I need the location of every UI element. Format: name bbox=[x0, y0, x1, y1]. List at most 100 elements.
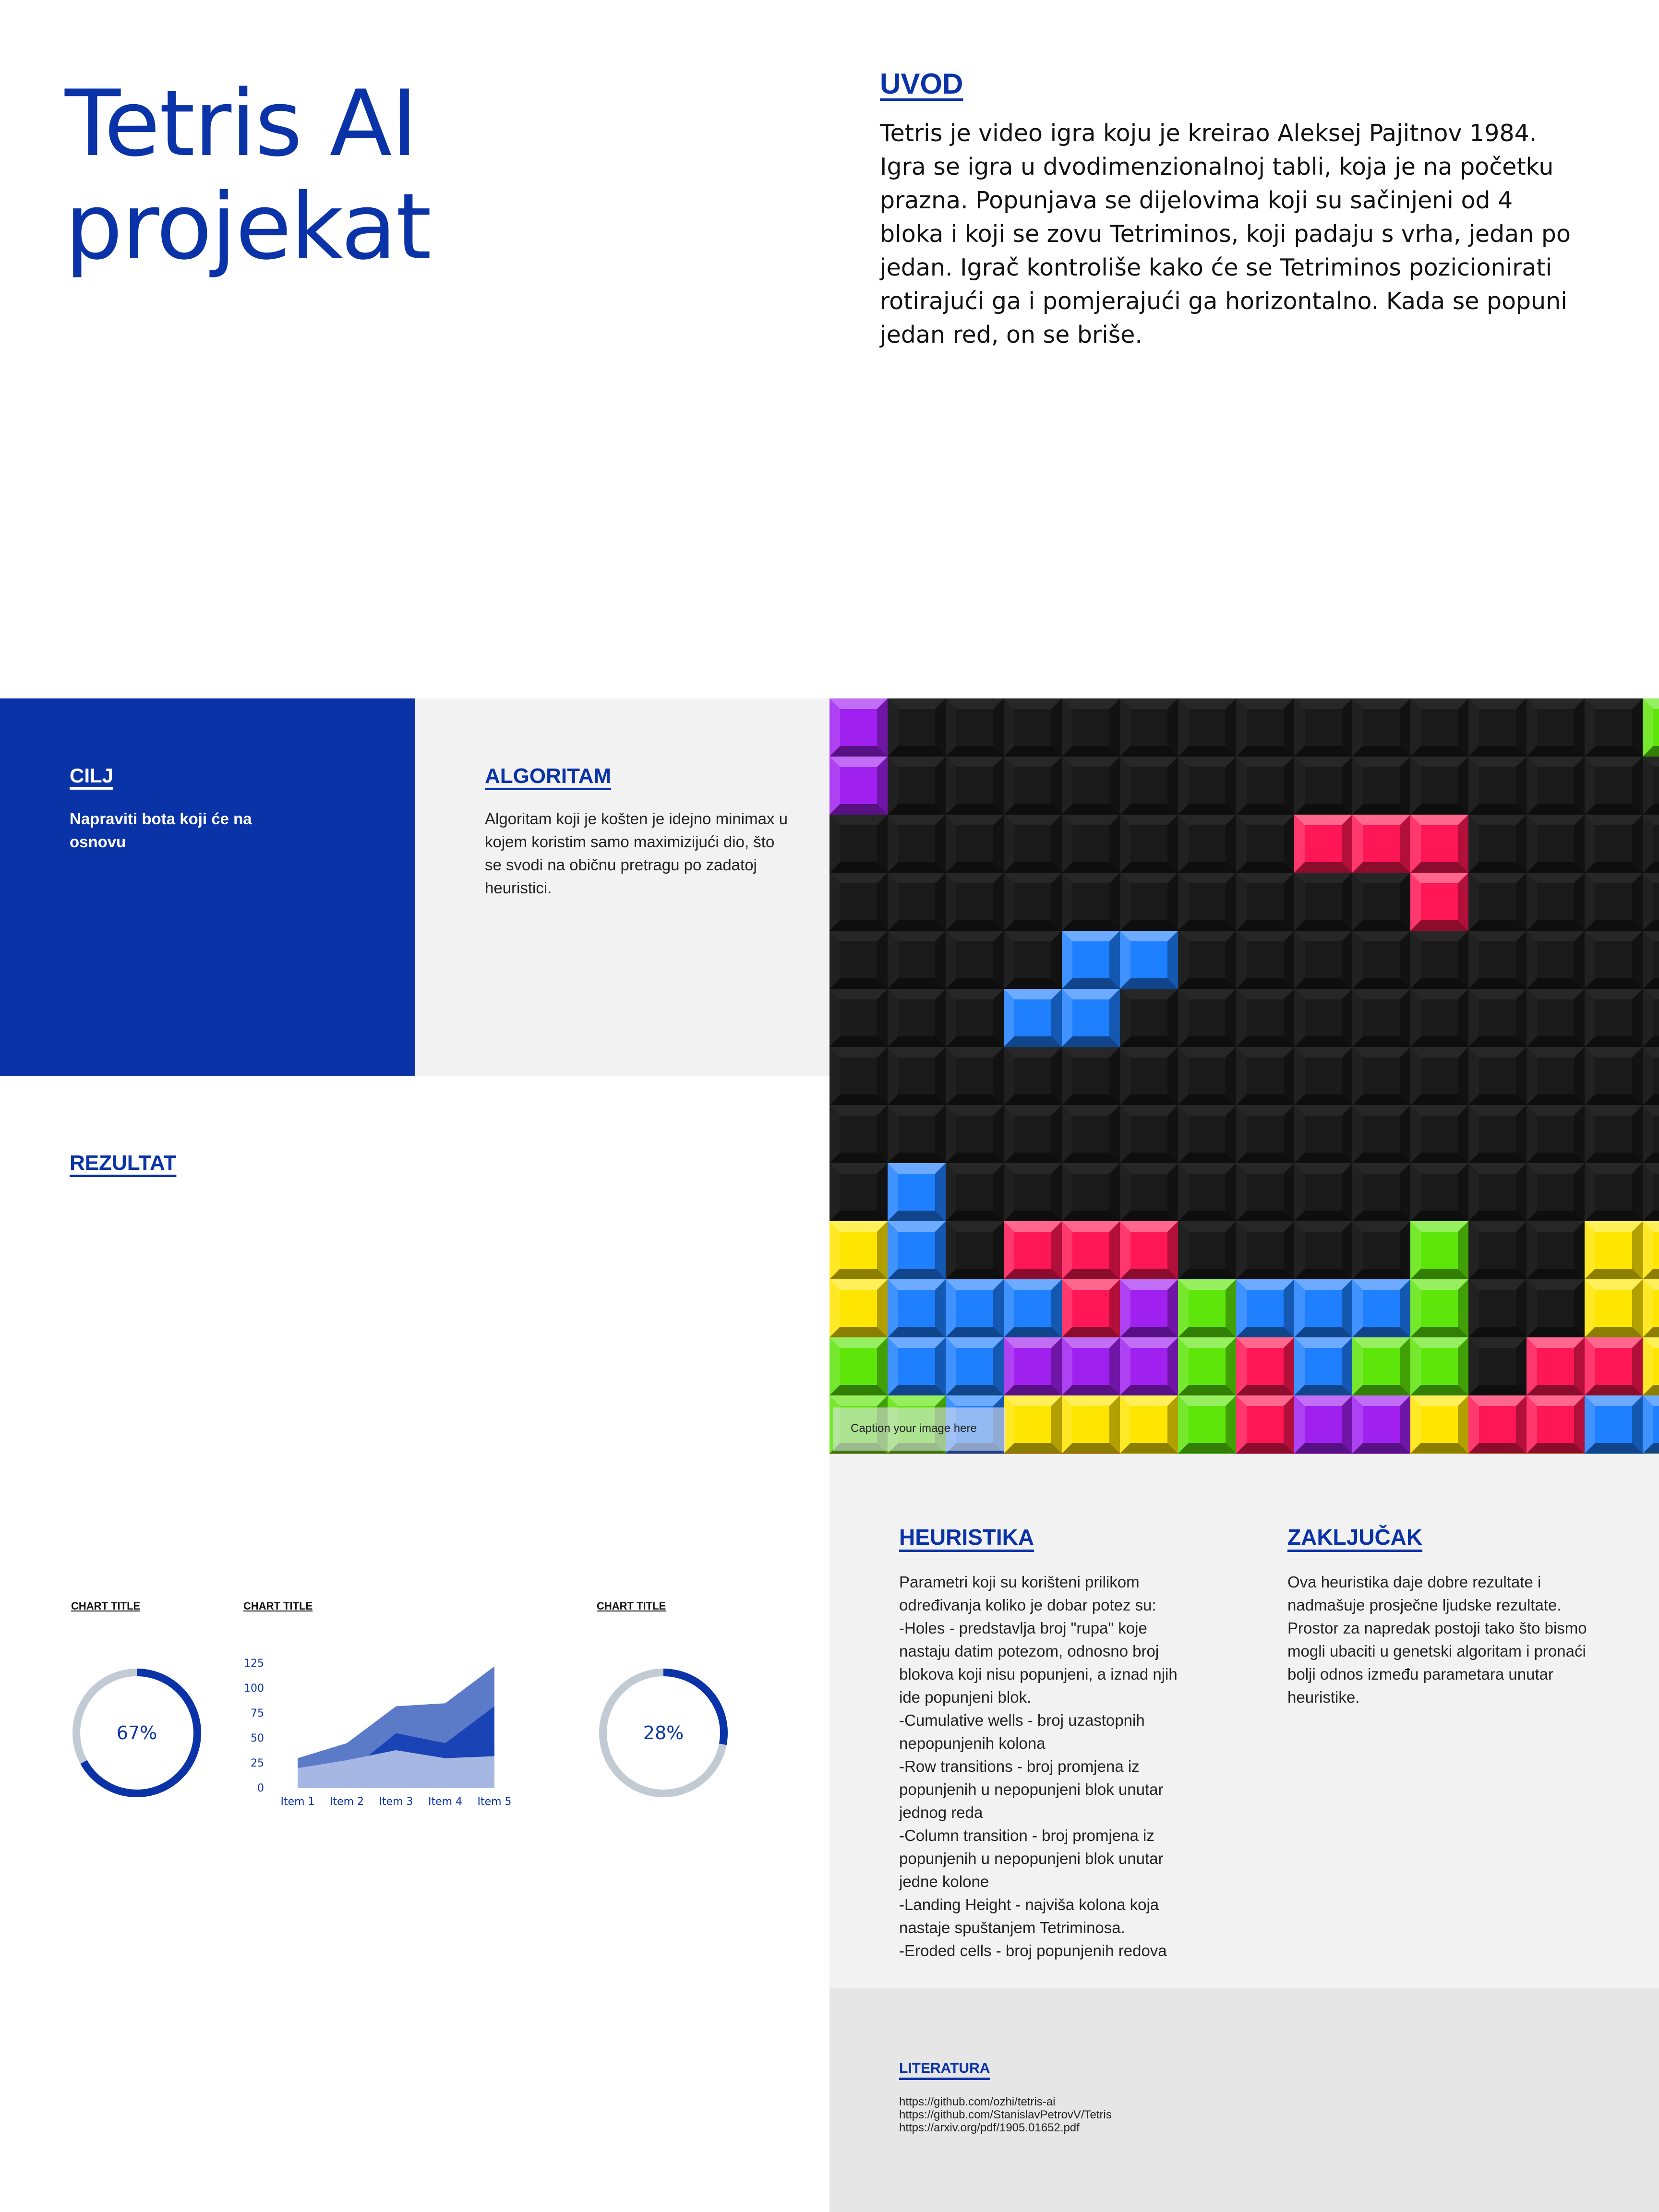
empty-cell bbox=[1352, 757, 1410, 815]
tetromino-block bbox=[1352, 1337, 1410, 1395]
empty-cell bbox=[1527, 931, 1585, 989]
tetromino-block bbox=[1178, 1279, 1236, 1337]
empty-cell bbox=[830, 989, 888, 1047]
empty-cell bbox=[830, 931, 888, 989]
empty-cell bbox=[1178, 757, 1236, 815]
empty-cell bbox=[1178, 873, 1236, 931]
empty-cell bbox=[1468, 1279, 1527, 1337]
image-caption[interactable]: Caption your image here bbox=[851, 1422, 977, 1435]
zakljucak-text: Ova heuristika daje dobre rezultate i na… bbox=[1287, 1573, 1587, 1706]
empty-cell bbox=[946, 698, 1004, 757]
empty-cell bbox=[1236, 698, 1294, 757]
empty-cell bbox=[1410, 1047, 1468, 1105]
empty-cell bbox=[1585, 815, 1643, 873]
tetromino-block bbox=[888, 1163, 946, 1221]
tetromino-block bbox=[888, 1279, 946, 1337]
tetromino-block bbox=[1468, 1395, 1527, 1454]
empty-cell bbox=[1294, 1221, 1352, 1279]
empty-cell bbox=[1468, 1337, 1527, 1395]
tetromino-block bbox=[1410, 1279, 1468, 1337]
empty-cell bbox=[1236, 1163, 1294, 1221]
empty-cell bbox=[830, 873, 888, 931]
empty-cell bbox=[1585, 989, 1643, 1047]
empty-cell bbox=[1294, 698, 1352, 757]
empty-cell bbox=[1062, 873, 1120, 931]
tetromino-block bbox=[946, 1337, 1004, 1395]
empty-cell bbox=[888, 757, 946, 815]
empty-cell bbox=[1585, 873, 1643, 931]
y-tick-label: 0 bbox=[257, 1782, 264, 1794]
zakljucak-heading: ZAKLJUČAK bbox=[1287, 1525, 1423, 1550]
empty-cell bbox=[1236, 1221, 1294, 1279]
empty-cell bbox=[1468, 1163, 1527, 1221]
empty-cell bbox=[1120, 698, 1178, 757]
tetromino-block bbox=[1004, 1221, 1062, 1279]
y-tick-label: 75 bbox=[251, 1707, 264, 1719]
tetromino-block bbox=[1004, 1395, 1062, 1454]
empty-cell bbox=[1062, 815, 1120, 873]
empty-cell bbox=[1062, 757, 1120, 815]
tetris-board-image bbox=[830, 698, 1659, 1454]
empty-cell bbox=[888, 1105, 946, 1163]
empty-cell bbox=[1004, 815, 1062, 873]
empty-cell bbox=[1352, 931, 1410, 989]
tetromino-block bbox=[1585, 1337, 1643, 1395]
chart1-title: CHART TITLE bbox=[71, 1600, 141, 1612]
cilj-panel bbox=[0, 698, 415, 1076]
page-title: Tetris AI projekat bbox=[65, 71, 432, 280]
empty-cell bbox=[1178, 1163, 1236, 1221]
tetromino-block bbox=[830, 1221, 888, 1279]
empty-cell bbox=[1062, 698, 1120, 757]
tetromino-block bbox=[1120, 1395, 1178, 1454]
empty-cell bbox=[830, 1047, 888, 1105]
tetromino-block bbox=[1178, 1337, 1236, 1395]
empty-cell bbox=[1410, 1105, 1468, 1163]
empty-cell bbox=[1527, 1163, 1585, 1221]
empty-cell bbox=[1410, 1163, 1468, 1221]
empty-cell bbox=[1236, 1105, 1294, 1163]
tetromino-block bbox=[1643, 1279, 1659, 1337]
x-tick-label: Item 5 bbox=[477, 1796, 511, 1808]
empty-cell bbox=[1236, 1047, 1294, 1105]
tetromino-block bbox=[830, 1337, 888, 1395]
empty-cell bbox=[1294, 989, 1352, 1047]
empty-cell bbox=[1178, 698, 1236, 757]
tetromino-block bbox=[1294, 1395, 1352, 1454]
empty-cell bbox=[1352, 1163, 1410, 1221]
empty-cell bbox=[888, 698, 946, 757]
empty-cell bbox=[1643, 1163, 1659, 1221]
empty-cell bbox=[1352, 698, 1410, 757]
empty-cell bbox=[946, 1047, 1004, 1105]
y-tick-label: 100 bbox=[244, 1683, 264, 1695]
empty-cell bbox=[1062, 1163, 1120, 1221]
x-tick-label: Item 4 bbox=[428, 1796, 462, 1808]
tetromino-block bbox=[1643, 1221, 1659, 1279]
tetromino-block bbox=[1004, 1337, 1062, 1395]
empty-cell bbox=[946, 757, 1004, 815]
empty-cell bbox=[1527, 698, 1585, 757]
empty-cell bbox=[1236, 815, 1294, 873]
empty-cell bbox=[1294, 1163, 1352, 1221]
tetromino-block bbox=[1120, 1337, 1178, 1395]
area-chart: 0 25 50 75 100 125 Item 1 Item 2 Item 3 Item 4 It… bbox=[244, 1658, 512, 1808]
empty-cell bbox=[1585, 1105, 1643, 1163]
tetromino-block bbox=[888, 1337, 946, 1395]
empty-cell bbox=[888, 1047, 946, 1105]
empty-cell bbox=[1527, 1105, 1585, 1163]
y-tick-label: 25 bbox=[251, 1757, 264, 1769]
tetromino-block bbox=[1062, 989, 1120, 1047]
tetromino-block bbox=[1643, 698, 1659, 757]
empty-cell bbox=[1410, 757, 1468, 815]
tetromino-block bbox=[1294, 815, 1352, 873]
tetromino-block bbox=[1004, 1279, 1062, 1337]
literatura-heading: LITERATURA bbox=[899, 2060, 990, 2076]
empty-cell bbox=[1410, 989, 1468, 1047]
empty-cell bbox=[888, 873, 946, 931]
empty-cell bbox=[1643, 757, 1659, 815]
algoritam-heading: ALGORITAM bbox=[485, 764, 612, 788]
tetromino-block bbox=[1004, 989, 1062, 1047]
empty-cell bbox=[1120, 757, 1178, 815]
empty-cell bbox=[1468, 698, 1527, 757]
tetromino-block bbox=[1062, 1337, 1120, 1395]
literatura-links[interactable]: https://github.com/ozhi/tetris-ai https:… bbox=[899, 2095, 1283, 2134]
